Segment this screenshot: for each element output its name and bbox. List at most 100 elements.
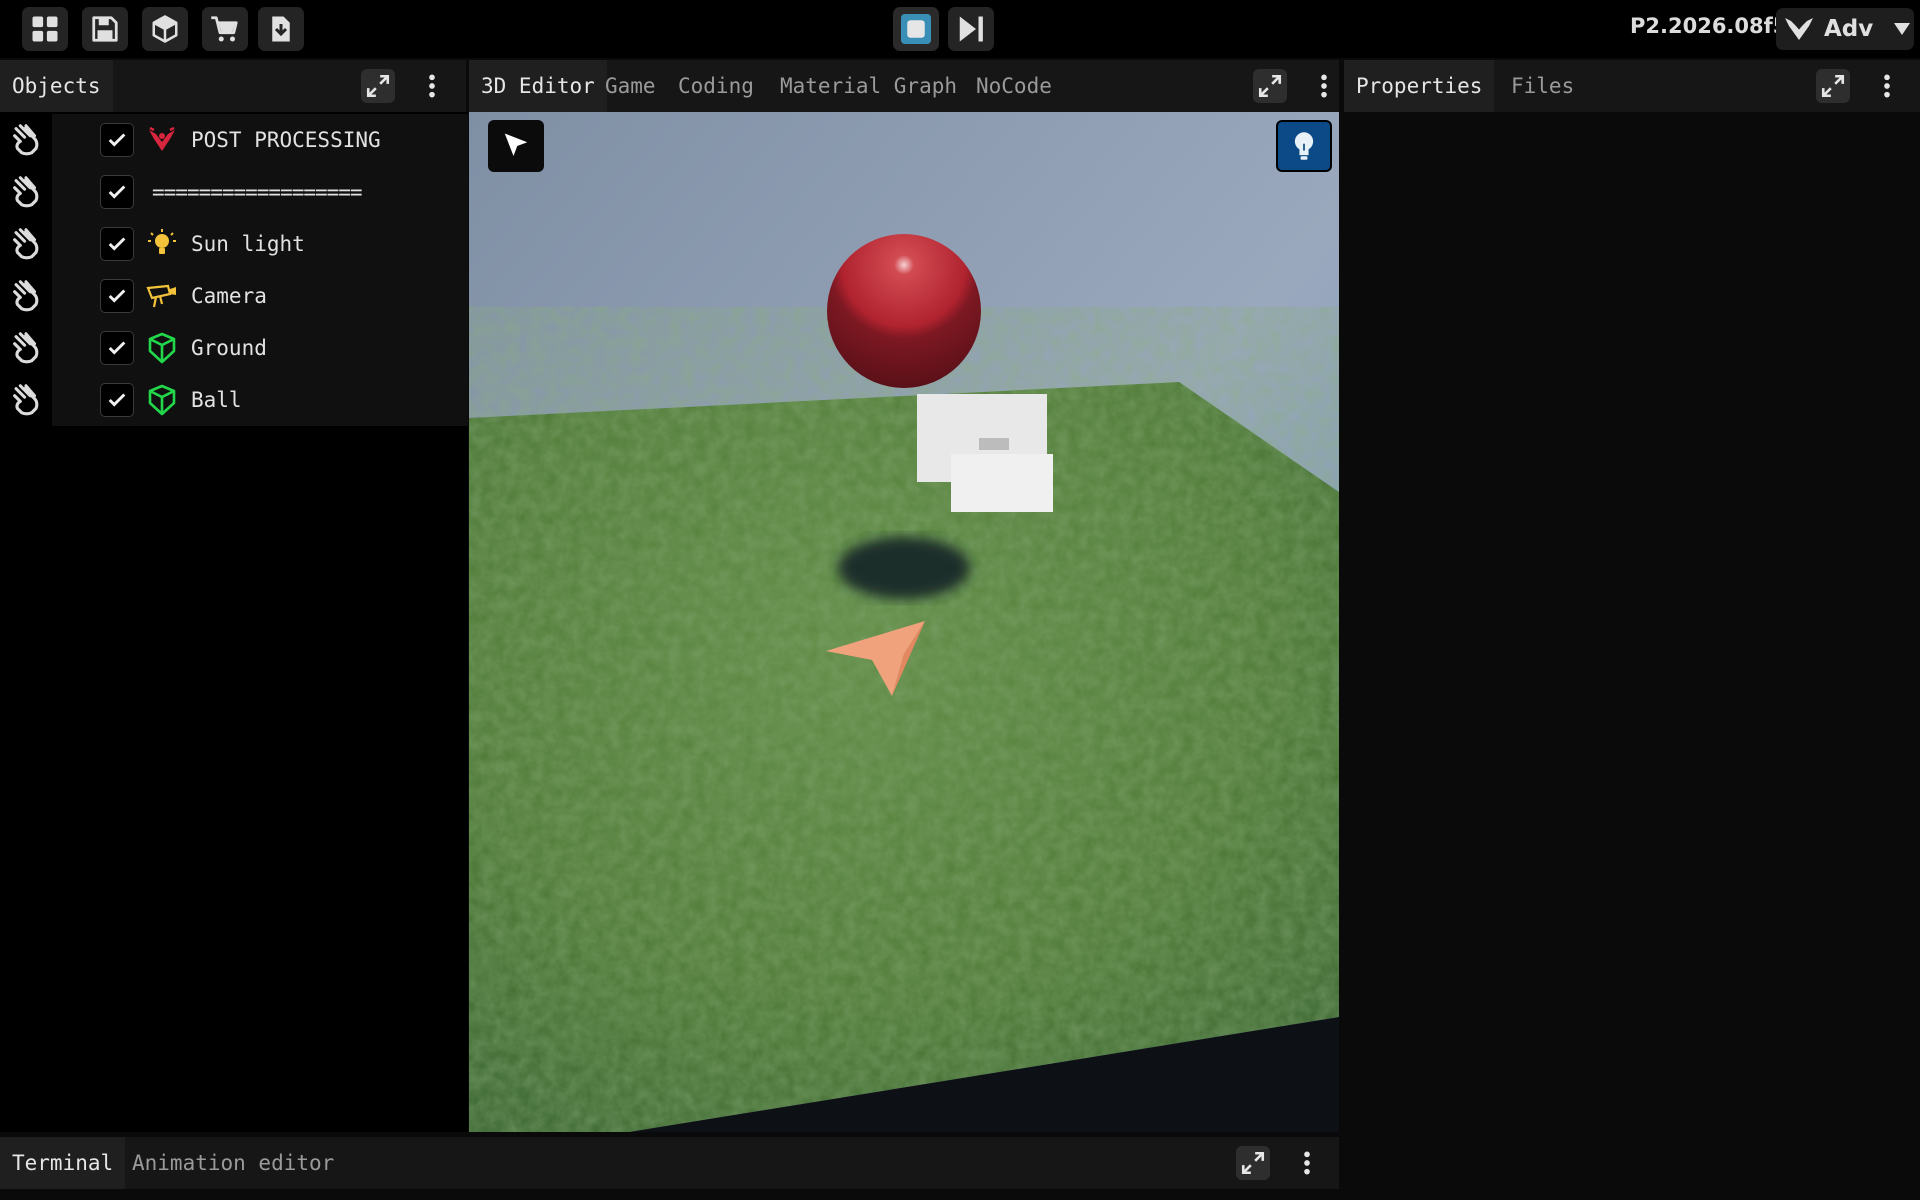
tab-game[interactable]: Game xyxy=(593,60,668,112)
grab-handle[interactable] xyxy=(0,114,52,166)
step-forward-icon xyxy=(959,16,983,42)
cursor-arrow-icon xyxy=(504,133,528,156)
properties-expand-button[interactable] xyxy=(1816,69,1850,103)
stop-icon xyxy=(901,14,931,44)
step-forward-button[interactable] xyxy=(948,7,994,51)
more-vertical-icon xyxy=(1321,74,1327,98)
list-item[interactable]: Camera xyxy=(0,270,468,322)
stop-button[interactable] xyxy=(893,7,939,51)
grab-handle[interactable] xyxy=(0,166,52,218)
properties-menu-button[interactable] xyxy=(1870,69,1904,103)
mode-label: Adv xyxy=(1824,16,1874,42)
checkmark-icon xyxy=(108,133,126,147)
list-item[interactable]: POST PROCESSING xyxy=(0,114,468,166)
mode-selector[interactable]: Adv xyxy=(1776,8,1914,50)
grid-button[interactable] xyxy=(22,7,68,51)
visibility-checkbox[interactable] xyxy=(100,123,134,157)
objects-list: POST PROCESSING ================== Sun l… xyxy=(0,112,468,1132)
visibility-checkbox[interactable] xyxy=(100,175,134,209)
grid-icon xyxy=(32,16,58,42)
light-bulb-icon xyxy=(1294,132,1314,160)
3d-viewport[interactable] xyxy=(469,112,1339,1132)
list-item[interactable]: Ball xyxy=(0,374,468,426)
hand-icon xyxy=(13,332,39,364)
checkmark-icon xyxy=(108,237,126,251)
tab-material-graph[interactable]: Material Graph xyxy=(768,60,969,112)
checkmark-icon xyxy=(108,393,126,407)
object-label: Camera xyxy=(191,284,267,308)
checkmark-icon xyxy=(108,289,126,303)
bottom-panel-body xyxy=(0,1189,1339,1200)
hand-icon xyxy=(13,176,39,208)
objects-expand-button[interactable] xyxy=(361,69,395,103)
store-button[interactable] xyxy=(202,7,248,51)
more-vertical-icon xyxy=(1304,1151,1310,1175)
tab-nocode[interactable]: NoCode xyxy=(964,60,1064,112)
hand-icon xyxy=(13,124,39,156)
select-tool-button[interactable] xyxy=(488,120,544,172)
list-item[interactable]: Sun light xyxy=(0,218,468,270)
mesh-icon xyxy=(148,384,176,416)
grab-handle[interactable] xyxy=(0,218,52,270)
object-label: Ball xyxy=(191,388,242,412)
checkmark-icon xyxy=(108,341,126,355)
tab-objects[interactable]: Objects xyxy=(0,60,113,112)
tab-3d-editor[interactable]: 3D Editor xyxy=(469,60,607,112)
hand-icon xyxy=(13,384,39,416)
list-item[interactable]: ================== xyxy=(0,166,468,218)
grab-handle[interactable] xyxy=(0,374,52,426)
visibility-checkbox[interactable] xyxy=(100,383,134,417)
scene-render[interactable] xyxy=(469,112,1339,1132)
tab-files[interactable]: Files xyxy=(1499,60,1586,112)
expand-icon xyxy=(1821,74,1845,98)
save-icon xyxy=(92,16,118,42)
import-button[interactable] xyxy=(258,7,304,51)
more-vertical-icon xyxy=(1884,74,1890,98)
expand-icon xyxy=(366,74,390,98)
post-processing-icon xyxy=(149,126,175,151)
tab-properties[interactable]: Properties xyxy=(1344,60,1495,112)
bottom-menu-button[interactable] xyxy=(1290,1146,1324,1180)
mesh-icon xyxy=(148,332,176,364)
object-label: ================== xyxy=(152,180,363,204)
visibility-checkbox[interactable] xyxy=(100,331,134,365)
object-label: POST PROCESSING xyxy=(191,128,381,152)
light-bulb-icon xyxy=(148,229,176,254)
camera-icon xyxy=(146,284,176,308)
bottom-panel-header: Terminal Animation editor xyxy=(0,1137,1339,1189)
assets-button[interactable] xyxy=(142,7,188,51)
checkmark-icon xyxy=(108,185,126,199)
tab-coding[interactable]: Coding xyxy=(666,60,766,112)
editor-expand-button[interactable] xyxy=(1253,69,1287,103)
visibility-checkbox[interactable] xyxy=(100,227,134,261)
cart-icon xyxy=(211,16,238,42)
more-vertical-icon xyxy=(429,74,435,98)
hand-icon xyxy=(13,228,39,260)
list-item[interactable]: Ground xyxy=(0,322,468,374)
download-icon xyxy=(272,16,290,42)
lighting-toggle-button[interactable] xyxy=(1276,120,1332,172)
object-label: Sun light xyxy=(191,232,305,256)
top-toolbar: P2.2026.08f5 Adv xyxy=(0,0,1920,58)
hand-icon xyxy=(13,280,39,312)
cube-icon xyxy=(152,15,178,43)
editor-menu-button[interactable] xyxy=(1307,69,1341,103)
object-label: Ground xyxy=(191,336,267,360)
bottom-expand-button[interactable] xyxy=(1236,1146,1270,1180)
expand-icon xyxy=(1258,74,1282,98)
tab-terminal[interactable]: Terminal xyxy=(0,1137,126,1189)
objects-panel-header: Objects xyxy=(0,60,466,112)
version-label: P2.2026.08f5 xyxy=(1630,14,1788,38)
chevron-down-icon xyxy=(1894,23,1911,35)
properties-panel-header: Properties Files xyxy=(1344,60,1920,112)
objects-menu-button[interactable] xyxy=(415,69,449,103)
tab-animation-editor[interactable]: Animation editor xyxy=(120,1137,346,1189)
mode-logo-icon xyxy=(1785,18,1813,40)
expand-icon xyxy=(1241,1151,1265,1175)
editor-panel-header: 3D Editor Game Coding Material Graph NoC… xyxy=(469,60,1339,112)
grab-handle[interactable] xyxy=(0,270,52,322)
visibility-checkbox[interactable] xyxy=(100,279,134,313)
properties-body xyxy=(1344,112,1920,1200)
grab-handle[interactable] xyxy=(0,322,52,374)
save-button[interactable] xyxy=(82,7,128,51)
